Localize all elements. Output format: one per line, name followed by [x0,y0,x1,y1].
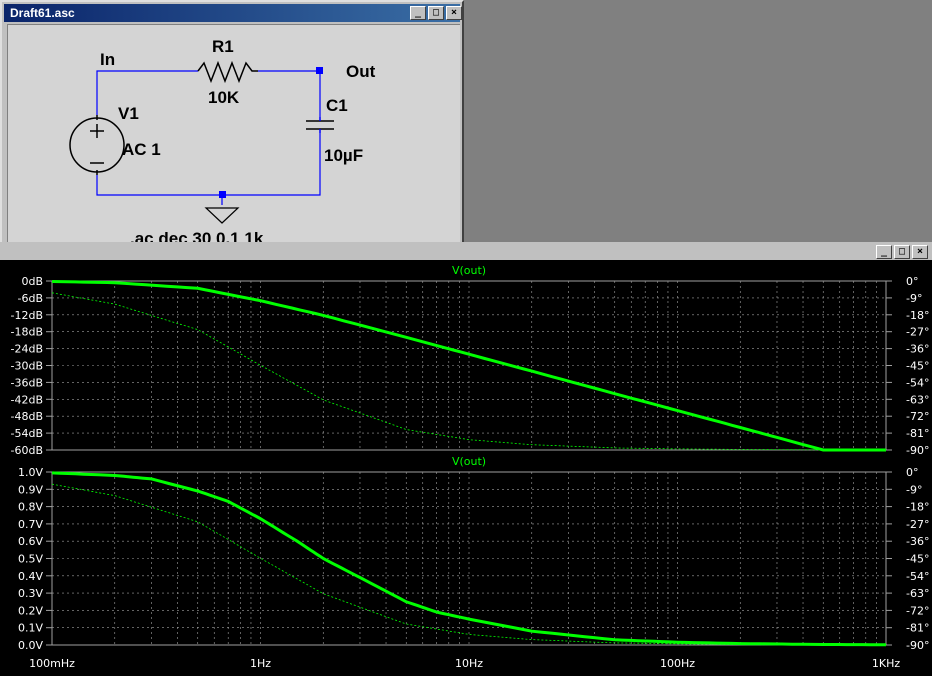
ground-symbol[interactable] [204,207,240,224]
y-tick-label: 0.5V [18,553,43,566]
y2-tick-label: 0° [906,275,919,288]
y-tick-label: -54dB [11,427,44,440]
schematic-canvas[interactable]: In Out R1 10K C1 10µF V1 AC 1 .ac dec 30… [7,24,460,257]
y2-tick-label: -18° [906,309,929,322]
x-tick-label: 100Hz [660,657,695,670]
y-tick-label: 0.7V [18,518,43,531]
y-tick-label: -24dB [11,343,44,356]
x-tick-label: 1KHz [872,657,900,670]
y2-tick-label: -63° [906,393,929,406]
y-tick-label: -60dB [11,444,44,457]
y-tick-label: 0.2V [18,604,43,617]
y2-tick-label: -54° [906,376,929,389]
trace-label[interactable]: V(out) [452,455,486,468]
out-junction [316,67,323,74]
capacitor-value-label: 10µF [324,146,363,165]
y2-tick-label: -72° [906,604,929,617]
waveform-window[interactable]: _ □ × 0dB -6dB -12dB -18dB -24dB -30dB -36dB -4… [0,242,932,676]
y2-tick-label: -9° [906,292,922,305]
y-tick-label: 1.0V [18,466,43,479]
resistor-name-label: R1 [212,37,234,56]
y-tick-label: -12dB [11,309,44,322]
ground-junction [219,191,226,198]
voltage-source-symbol[interactable] [69,115,125,175]
y2-tick-label: -27° [906,518,929,531]
resistor-value-label: 10K [208,88,240,107]
trace-label[interactable]: V(out) [452,264,486,277]
y-tick-label: 0dB [21,275,43,288]
y2-tick-label: -36° [906,535,929,548]
x-tick-label: 1Hz [250,657,271,670]
y-tick-label: 0.6V [18,535,43,548]
capacitor-name-label: C1 [326,96,348,115]
minimize-button[interactable]: _ [410,6,426,20]
maximize-button[interactable]: □ [428,6,444,20]
y2-tick-label: -18° [906,501,929,514]
y-tick-label: 0.4V [18,570,43,583]
capacitor-symbol[interactable] [306,117,334,133]
schematic-window-controls: _ □ × [410,6,462,20]
y-tick-label: -42dB [11,393,44,406]
junctions [219,67,323,198]
y2-tick-label: -81° [906,622,929,635]
in-net-label: In [100,50,115,69]
y-tick-label: -18dB [11,326,44,339]
y-tick-label: 0.8V [18,501,43,514]
x-tick-label: 10Hz [455,657,483,670]
y2-tick-label: -54° [906,570,929,583]
y2-tick-label: -9° [906,483,922,496]
y-tick-label: 0.3V [18,587,43,600]
schematic-window[interactable]: Draft61.asc _ □ × In Out R1 10K C1 10µF … [0,0,464,260]
y2-tick-label: -45° [906,553,929,566]
close-button[interactable]: × [446,6,462,20]
out-net-label: Out [346,62,376,81]
plot-background [0,260,932,676]
y2-tick-label: -72° [906,410,929,423]
y-tick-label: -6dB [18,292,44,305]
y2-tick-label: -36° [906,343,929,356]
y-tick-label: -36dB [11,376,44,389]
y2-tick-label: -45° [906,360,929,373]
source-value-label: AC 1 [122,140,161,159]
y-tick-label: 0.9V [18,483,43,496]
y2-tick-label: -81° [906,427,929,440]
y2-tick-label: -90° [906,444,929,457]
x-tick-label: 100mHz [29,657,75,670]
y-tick-label: -30dB [11,360,44,373]
y-tick-label: -48dB [11,410,44,423]
y2-tick-label: -90° [906,639,929,652]
waveform-plot-area[interactable]: 0dB -6dB -12dB -18dB -24dB -30dB -36dB -42dB -48… [0,242,932,676]
schematic-title-bar[interactable]: Draft61.asc [4,4,460,22]
y-tick-label: 0.0V [18,639,43,652]
source-name-label: V1 [118,104,139,123]
y2-tick-label: 0° [906,466,919,479]
y-tick-label: 0.1V [18,622,43,635]
schematic-title: Draft61.asc [10,6,75,20]
y2-tick-label: -63° [906,587,929,600]
y2-tick-label: -27° [906,326,929,339]
resistor-symbol[interactable] [197,60,258,84]
